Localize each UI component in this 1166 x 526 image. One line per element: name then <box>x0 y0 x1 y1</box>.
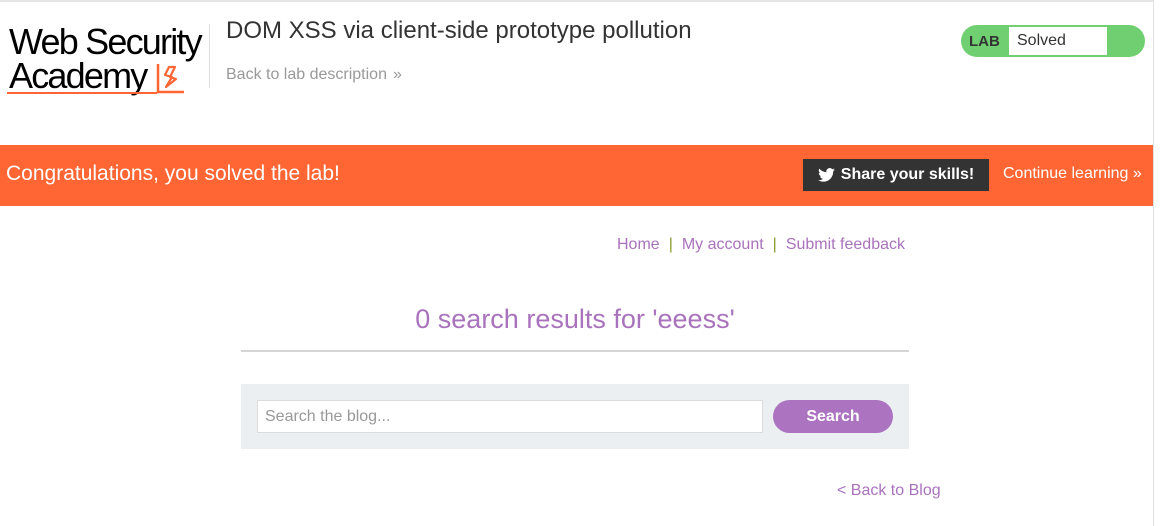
back-to-blog-link[interactable]: < Back to Blog <box>837 482 941 500</box>
home-link[interactable]: Home <box>617 236 660 253</box>
heading-divider <box>241 350 909 352</box>
nav-separator: | <box>772 236 777 253</box>
double-chevron-right-icon: » <box>392 66 402 83</box>
lab-status-label: LAB <box>969 33 1000 50</box>
logo-text-line2: Academy <box>9 55 148 96</box>
share-skills-button[interactable]: Share your skills! <box>803 159 989 191</box>
header-divider <box>209 24 210 88</box>
continue-learning-label: Continue learning <box>1003 165 1129 182</box>
search-results-heading: 0 search results for 'eeess' <box>415 304 735 334</box>
solved-banner: Congratulations, you solved the lab! Sha… <box>0 145 1154 206</box>
logo-lightning-icon <box>156 64 184 94</box>
back-to-lab-description-label: Back to lab description <box>226 66 387 83</box>
double-chevron-right-icon: » <box>1132 165 1142 182</box>
submit-feedback-link[interactable]: Submit feedback <box>786 236 905 253</box>
share-skills-label: Share your skills! <box>840 166 975 183</box>
window-right-edge <box>1153 0 1166 526</box>
page: Web Security Academy DOM XSS via client-… <box>0 0 1166 526</box>
search-panel: Search <box>241 384 909 449</box>
twitter-icon <box>817 168 835 182</box>
search-input[interactable] <box>257 400 763 433</box>
top-border <box>0 0 1154 2</box>
congratulations-message: Congratulations, you solved the lab! <box>6 162 340 185</box>
logo-underline <box>7 92 157 94</box>
lab-status-value: Solved <box>1009 27 1107 55</box>
continue-learning-link[interactable]: Continue learning » <box>1003 165 1142 183</box>
lab-title: DOM XSS via client-side prototype pollut… <box>226 17 692 44</box>
search-button[interactable]: Search <box>773 400 893 433</box>
top-nav-links: Home | My account | Submit feedback <box>617 236 905 254</box>
my-account-link[interactable]: My account <box>682 236 764 253</box>
back-to-lab-description-link[interactable]: Back to lab description » <box>226 66 402 84</box>
academy-logo[interactable]: Web Security Academy <box>7 20 207 96</box>
lab-status-badge: LAB Solved <box>961 25 1145 57</box>
nav-separator: | <box>668 236 673 253</box>
